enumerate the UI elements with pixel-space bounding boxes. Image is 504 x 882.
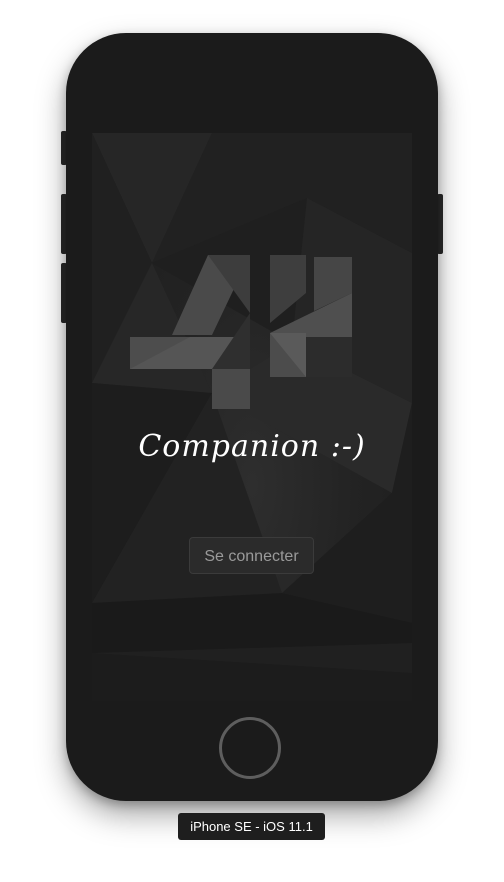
44-logo-icon: [130, 255, 352, 409]
home-button[interactable]: [219, 717, 281, 779]
app-title: Companion :-): [138, 429, 366, 464]
app-screen: Companion :-) Se connecter: [92, 133, 412, 701]
connect-button[interactable]: Se connecter: [189, 537, 314, 574]
simulator-window: Companion :-) Se connecter iPhone SE - i…: [0, 0, 504, 882]
polygon-background: [92, 133, 412, 701]
device-label: iPhone SE - iOS 11.1: [178, 813, 325, 840]
